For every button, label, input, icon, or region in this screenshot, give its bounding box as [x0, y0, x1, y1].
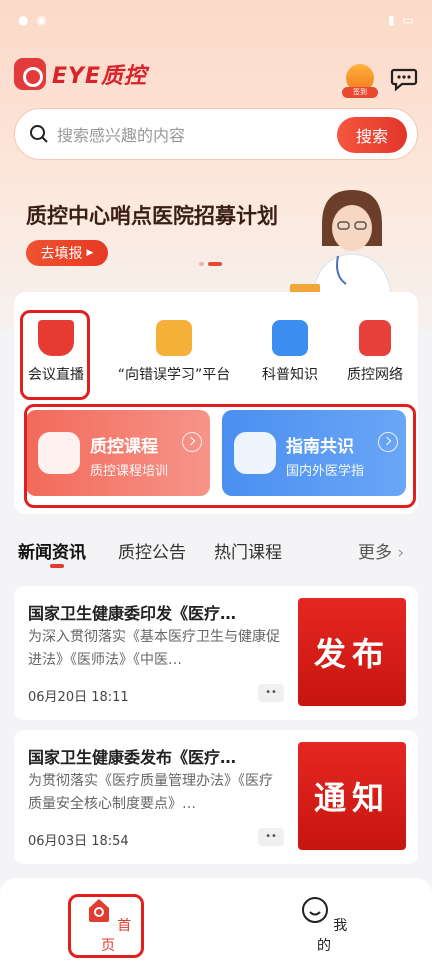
quick-link-label: 质控网络: [347, 367, 403, 383]
highlight-box-live: [20, 310, 90, 400]
bottom-navigation: 首页 我的: [0, 878, 432, 964]
more-link[interactable]: 更多 ›: [358, 538, 404, 563]
quick-link-label: 科普知识: [262, 367, 318, 383]
checkin-button[interactable]: 签到: [342, 64, 378, 98]
weibo-icon: ◉: [36, 13, 47, 27]
search-icon: [30, 125, 48, 143]
news-title: 国家卫生健康委发布《医疗…: [28, 748, 237, 767]
brand-name: EYE质控: [52, 64, 147, 89]
highlight-box-home: [68, 894, 144, 958]
news-tabs: 新闻资讯 质控公告 热门课程: [18, 538, 414, 568]
quick-link-network[interactable]: 质控网络: [340, 320, 410, 384]
search-bar[interactable]: 搜索感兴趣的内容 搜索: [14, 108, 418, 160]
search-button[interactable]: 搜索: [337, 117, 407, 153]
quick-link-science[interactable]: 科普知识: [256, 320, 324, 384]
tab-announcements[interactable]: 质控公告: [118, 538, 186, 563]
pagination-dot: [199, 262, 204, 266]
active-tab-indicator: [50, 564, 64, 568]
news-summary: 为贯彻落实《医疗质量管理办法》《医疗质量安全核心制度要点》…: [28, 773, 273, 812]
science-icon: [272, 320, 308, 356]
more-label: 更多: [358, 543, 392, 563]
logo-mark-icon: [14, 58, 46, 90]
network-icon: [359, 320, 391, 356]
news-thumbnail: 发布: [298, 598, 406, 706]
news-item[interactable]: 国家卫生健康委发布《医疗… 为贯彻落实《医疗质量管理办法》《医疗质量安全核心制度…: [14, 730, 418, 864]
banner-button-label: 去填报: [40, 246, 83, 262]
news-summary: 为深入贯彻落实《基本医疗卫生与健康促进法》《医师法》《中医…: [28, 629, 280, 668]
quick-link-learn[interactable]: “向错误学习”平台: [108, 320, 240, 384]
pagination-dot-active: [208, 262, 222, 266]
quick-link-label: “向错误学习”平台: [117, 367, 231, 383]
tab-hot-courses[interactable]: 热门课程: [214, 538, 282, 563]
signal-icon: ▮: [388, 13, 395, 27]
news-date: 06月20日 18:11: [28, 690, 129, 705]
learn-icon: [156, 320, 192, 356]
status-left-icons: ● ◉: [18, 13, 47, 27]
doctor-illustration: [290, 190, 393, 300]
news-thumbnail: 通知: [298, 742, 406, 850]
banner-title[interactable]: 质控中心哨点医院招募计划: [26, 200, 278, 230]
news-date: 06月03日 18:54: [28, 834, 129, 849]
nav-profile[interactable]: 我的: [294, 896, 354, 955]
checkin-label: 签到: [342, 87, 378, 98]
news-title: 国家卫生健康委印发《医疗…: [28, 604, 237, 623]
highlight-box-courses: [24, 404, 416, 508]
tab-news[interactable]: 新闻资讯: [18, 538, 86, 563]
message-icon[interactable]: [390, 64, 418, 92]
more-options-icon[interactable]: ••: [258, 684, 284, 702]
news-item[interactable]: 国家卫生健康委印发《医疗… 为深入贯彻落实《基本医疗卫生与健康促进法》《医师法》…: [14, 586, 418, 720]
banner-fill-button[interactable]: 去填报 ▶: [26, 240, 108, 266]
notification-icon: ●: [18, 13, 29, 27]
more-options-icon[interactable]: ••: [258, 828, 284, 846]
status-right-icons: ▮ ▭: [388, 13, 414, 27]
battery-icon: ▭: [402, 13, 414, 27]
play-arrow-icon: ▶: [86, 248, 94, 258]
profile-icon: [301, 897, 328, 923]
app-logo: EYE质控: [14, 58, 147, 90]
banner-pagination: [199, 262, 222, 266]
chevron-right-icon: ›: [397, 543, 405, 563]
status-bar: ● ◉ ▮ ▭: [0, 0, 432, 40]
